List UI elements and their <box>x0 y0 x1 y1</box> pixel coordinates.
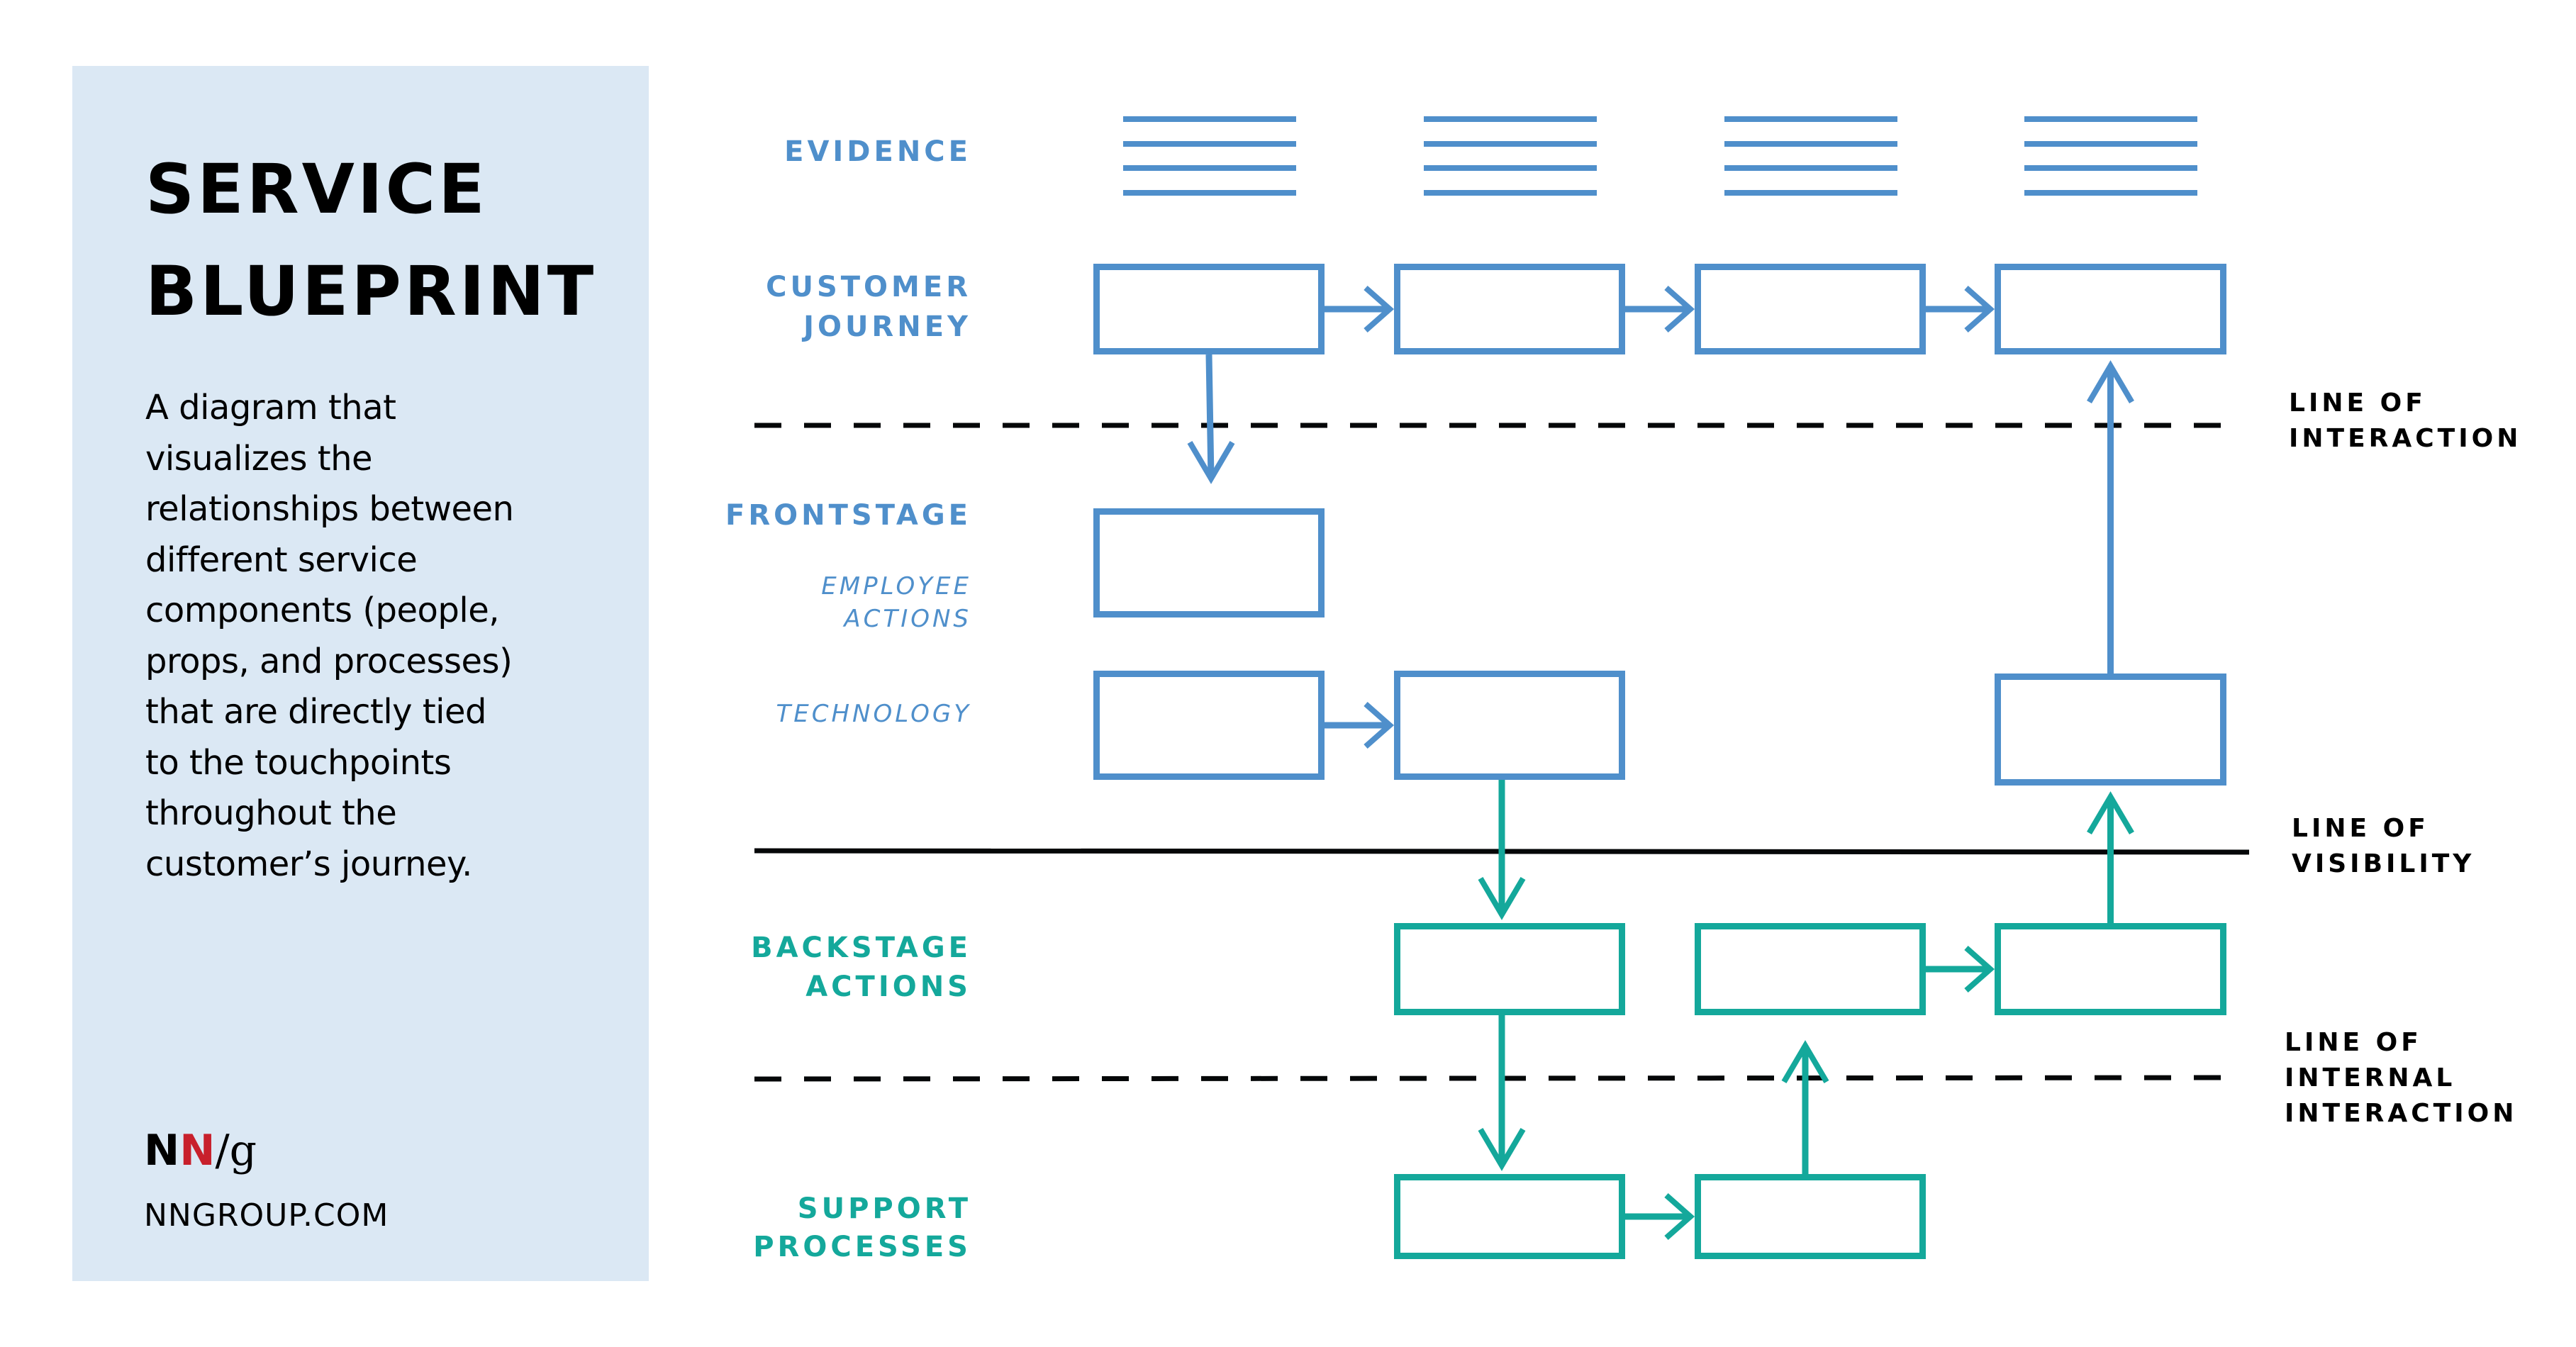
row-label-customer-journey-2: JOURNEY <box>801 311 971 343</box>
flow-arrow <box>1478 1015 1526 1171</box>
backstage-actions-box-4 <box>1995 923 2226 1015</box>
line-of-interaction-label-1: LINE OF <box>2289 389 2426 418</box>
line-of-visibility-label-1: LINE OF <box>2292 814 2429 843</box>
row-label-backstage-actions-1: BACKSTAGE <box>751 932 971 964</box>
flow-arrow <box>1478 780 1526 920</box>
flow-arrow <box>1325 702 1395 749</box>
line-of-internal-interaction <box>754 1075 2230 1082</box>
flow-arrow <box>1926 946 1995 993</box>
customer-journey-box-1 <box>1093 264 1325 354</box>
technology-box-4 <box>1995 674 2226 786</box>
row-labels: EVIDENCE CUSTOMER JOURNEY FRONTSTAGE EMP… <box>725 135 971 1263</box>
flow-arrow <box>1625 286 1695 332</box>
evidence-document-icon <box>1424 116 1597 196</box>
line-of-internal-interaction-label-2: INTERNAL <box>2285 1063 2455 1092</box>
evidence-document-icon <box>1123 116 1296 196</box>
row-label-employee-actions-2: ACTIONS <box>842 605 971 633</box>
blueprint-arrows <box>1187 286 2134 1240</box>
row-label-evidence: EVIDENCE <box>784 135 971 168</box>
flow-arrow <box>1625 1193 1695 1240</box>
flow-arrow <box>2087 791 2134 923</box>
row-label-support-processes-2: PROCESSES <box>753 1231 971 1263</box>
row-label-technology: TECHNOLOGY <box>776 700 971 728</box>
customer-journey-box-2 <box>1394 264 1625 354</box>
row-label-support-processes-1: SUPPORT <box>798 1192 971 1225</box>
row-label-employee-actions-1: EMPLOYEE <box>821 572 971 600</box>
support-processes-box-2 <box>1394 1174 1625 1259</box>
row-label-backstage-actions-2: ACTIONS <box>805 971 971 1003</box>
evidence-document-icon <box>1724 116 1897 196</box>
technology-box-1 <box>1093 671 1325 780</box>
line-of-interaction-label-2: INTERACTION <box>2289 424 2521 453</box>
evidence-document-icon <box>2024 116 2197 196</box>
customer-journey-box-4 <box>1995 264 2226 354</box>
row-label-frontstage: FRONTSTAGE <box>725 499 971 532</box>
line-of-internal-interaction-label-3: INTERACTION <box>2285 1099 2517 1128</box>
backstage-actions-box-3 <box>1695 923 1926 1015</box>
flow-arrow <box>1187 354 1235 484</box>
flow-arrow <box>1325 286 1395 332</box>
service-blueprint-diagram: EVIDENCE CUSTOMER JOURNEY FRONTSTAGE EMP… <box>725 116 2521 1263</box>
arrow-shaft <box>1205 354 1215 479</box>
customer-journey-box-3 <box>1695 264 1926 354</box>
flow-arrow <box>1926 286 1995 332</box>
flow-arrow <box>1781 1040 1829 1174</box>
flow-arrow <box>2087 360 2134 674</box>
employee-actions-box-1 <box>1093 508 1325 617</box>
evidence-row <box>1123 116 2197 196</box>
blueprint-boxes <box>1093 264 2226 1259</box>
backstage-actions-box-2 <box>1394 923 1625 1015</box>
row-label-customer-journey-1: CUSTOMER <box>766 271 971 303</box>
line-of-visibility-label-2: VISIBILITY <box>2292 849 2475 878</box>
line-of-internal-interaction-label-1: LINE OF <box>2285 1028 2422 1057</box>
technology-box-2 <box>1394 671 1625 780</box>
support-processes-box-3 <box>1695 1174 1926 1259</box>
line-labels: LINE OF INTERACTION LINE OF VISIBILITY L… <box>2285 389 2521 1128</box>
